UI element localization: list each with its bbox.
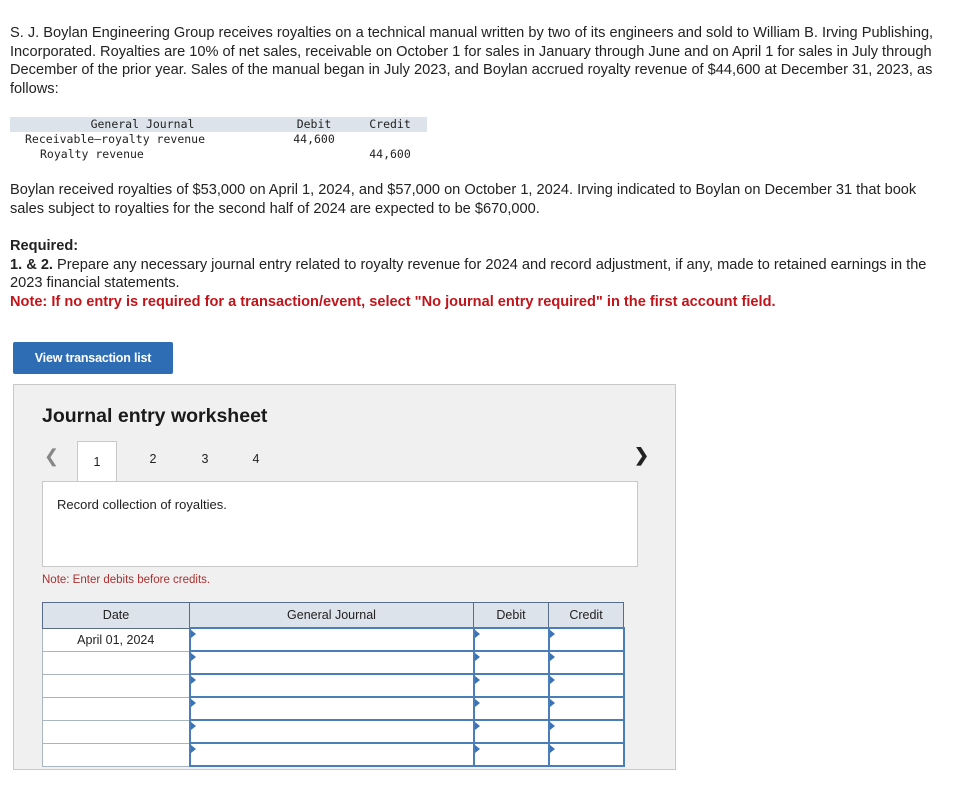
view-transaction-list-button[interactable]: View transaction list (13, 342, 173, 374)
problem-details: Boylan received royalties of $53,000 on … (10, 182, 917, 217)
journal-entry-table: Date General Journal Debit Credit April … (42, 602, 625, 767)
gj-debit (275, 147, 353, 162)
entry-description-box: Record collection of royalties. (42, 481, 638, 567)
col-debit: Debit (473, 602, 549, 629)
account-input[interactable] (188, 673, 475, 698)
gj-credit (353, 132, 427, 147)
debit-input[interactable] (472, 719, 550, 744)
accrual-journal-header: General Journal Debit Credit (10, 117, 427, 132)
journal-entry-worksheet: Journal entry worksheet ❮ 1 2 3 4 ❯ Reco… (13, 384, 676, 770)
date-cell (42, 673, 190, 698)
gj-account: Receivable—royalty revenue (25, 132, 206, 146)
problem-intro: S. J. Boylan Engineering Group receives … (10, 25, 934, 97)
table-row (42, 696, 625, 721)
debit-input[interactable] (472, 650, 550, 675)
table-row: April 01, 2024 (42, 627, 625, 652)
col-general-journal: General Journal (189, 602, 474, 629)
required-body: Prepare any necessary journal entry rela… (10, 256, 927, 292)
gj-col-credit: Credit (369, 117, 411, 131)
required-text: 1. & 2. Prepare any necessary journal en… (10, 256, 940, 293)
tab-3[interactable]: 3 (185, 441, 225, 477)
account-input[interactable] (188, 696, 475, 721)
credit-input[interactable] (547, 650, 625, 675)
debit-input[interactable] (472, 742, 550, 767)
table-row (42, 650, 625, 675)
tab-4[interactable]: 4 (236, 441, 276, 477)
table-row (42, 742, 625, 767)
account-input[interactable] (188, 719, 475, 744)
gj-credit: 44,600 (369, 147, 411, 161)
date-cell (42, 696, 190, 721)
date-cell (42, 742, 190, 767)
gj-col-debit: Debit (296, 117, 332, 131)
table-row (42, 673, 625, 698)
required-heading: Required: (10, 238, 79, 254)
col-date: Date (42, 602, 190, 629)
credit-input[interactable] (547, 742, 625, 767)
debits-before-credits-note: Note: Enter debits before credits. (42, 574, 211, 586)
entry-description: Record collection of royalties. (57, 497, 227, 512)
required-note: Note: If no entry is required for a tran… (10, 293, 776, 310)
debit-input[interactable] (472, 673, 550, 698)
credit-input[interactable] (547, 696, 625, 721)
required-label: 1. & 2. (10, 256, 53, 273)
gj-row: Receivable—royalty revenue 44,600 (10, 132, 427, 147)
bottom-button-strip (0, 770, 955, 801)
credit-input[interactable] (547, 673, 625, 698)
debit-input[interactable] (472, 627, 550, 652)
tab-2[interactable]: 2 (133, 441, 173, 477)
credit-input[interactable] (547, 719, 625, 744)
date-cell (42, 650, 190, 675)
account-input[interactable] (188, 650, 475, 675)
table-row (42, 719, 625, 744)
date-cell: April 01, 2024 (42, 627, 190, 652)
gj-row: Royalty revenue 44,600 (10, 147, 427, 162)
gj-account: Royalty revenue (40, 147, 144, 161)
gj-debit: 44,600 (293, 132, 335, 146)
required-section: Required: 1. & 2. Prepare any necessary … (10, 237, 940, 311)
tab-1[interactable]: 1 (77, 441, 117, 481)
date-cell (42, 719, 190, 744)
debit-input[interactable] (472, 696, 550, 721)
chevron-left-icon[interactable]: ❮ (44, 446, 59, 467)
accrual-journal-table: General Journal Debit Credit Receivable—… (10, 117, 427, 162)
account-input[interactable] (188, 742, 475, 767)
col-credit: Credit (548, 602, 624, 629)
chevron-right-icon[interactable]: ❯ (634, 445, 649, 466)
account-input[interactable] (188, 627, 475, 652)
credit-input[interactable] (547, 627, 625, 652)
gj-col-account: General Journal (90, 117, 195, 131)
worksheet-title: Journal entry worksheet (42, 405, 268, 427)
